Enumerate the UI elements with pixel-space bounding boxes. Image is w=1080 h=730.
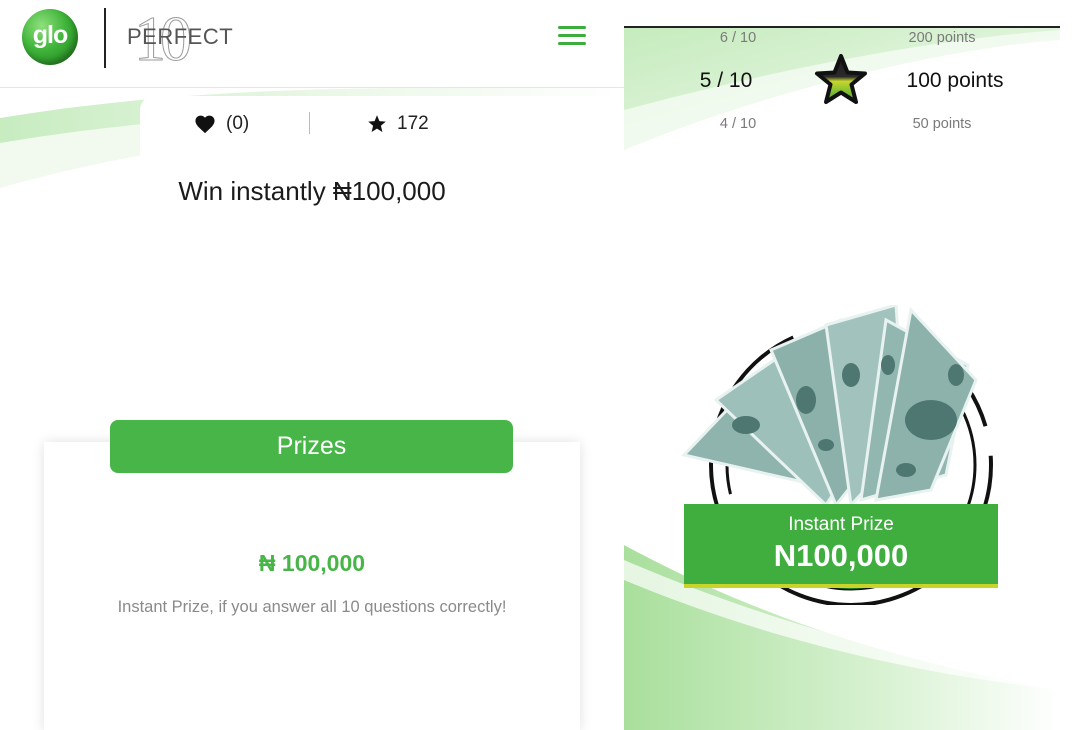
level-label: 6 / 10 [719,30,757,46]
prize-description: Instant Prize, if you answer all 10 ques… [117,598,507,616]
left-panel: glo 10 PERFECT (0) 172 Win instantly ₦10… [0,0,624,730]
stats-card: (0) 172 [140,96,624,156]
star-badge-icon [815,54,867,104]
instant-prize-label: Instant Prize [788,514,894,535]
top-rule [624,26,1060,28]
glo-logo-text: glo [32,21,69,49]
stars-stat[interactable]: 172 [367,112,429,136]
instant-prize-banner: Instant Prize N100,000 [684,504,998,588]
likes-count: (0) [226,113,250,134]
likes-stat[interactable]: (0) [194,112,249,136]
right-panel: 6 / 10 200 points 5 / 10 100 points 4 / … [624,0,1060,730]
stars-count: 172 [397,113,429,134]
star-icon [368,115,386,132]
logo-divider [104,8,106,68]
level-label: 4 / 10 [719,116,757,132]
level-label: 5 / 10 [699,69,753,92]
points-label: 100 points [906,69,1004,92]
hamburger-menu-icon[interactable] [558,26,586,46]
glo-logo-icon[interactable]: glo [22,9,78,65]
instant-prize-amount: N100,000 [773,538,909,573]
prize-amount: ₦ 100,000 [258,550,366,576]
heart-icon [195,115,215,134]
points-label: 200 points [908,30,976,46]
perfect-10-logo[interactable]: 10 PERFECT [124,3,233,75]
perfect-logo-word: PERFECT [127,24,234,49]
top-navigation-bar: glo 10 PERFECT [0,0,624,88]
prizes-button[interactable]: Prizes [110,420,513,473]
page-headline: Win instantly ₦100,000 [178,176,446,206]
prize-card [44,442,580,730]
points-label: 50 points [912,116,972,132]
stats-divider [309,112,310,134]
